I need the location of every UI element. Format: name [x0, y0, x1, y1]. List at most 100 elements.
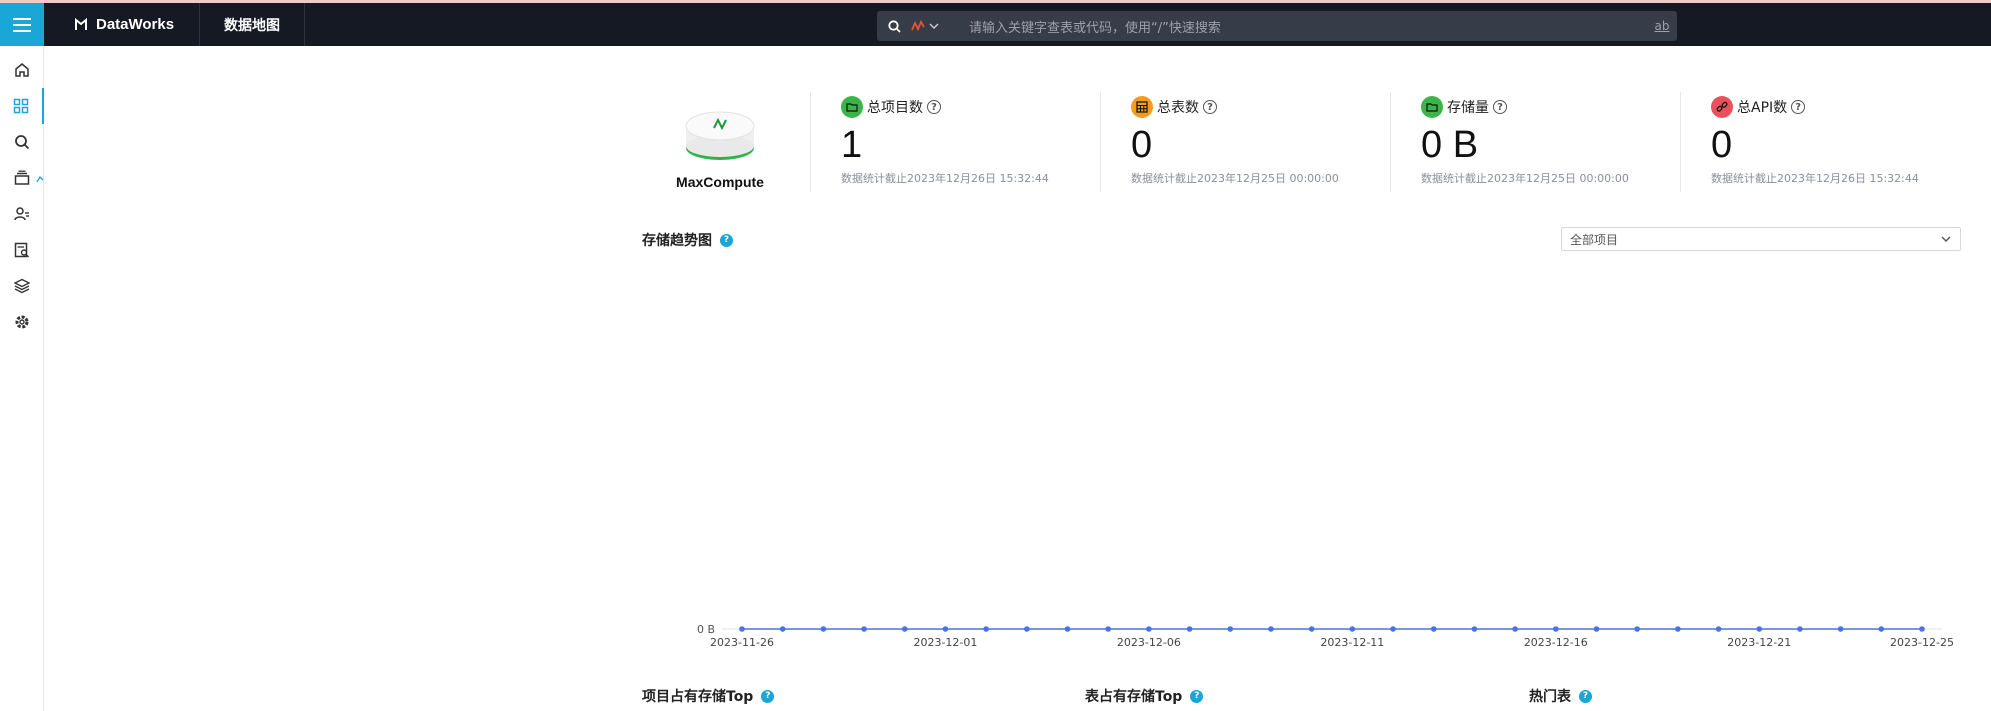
dataworks-logo-icon [75, 17, 87, 30]
data-point[interactable] [1797, 626, 1803, 632]
stat-label: 总表数 [1157, 100, 1199, 116]
storage-trend-title: 存储趋势图 ? [642, 230, 733, 250]
stack-icon [14, 278, 30, 294]
layers-icon [14, 170, 30, 185]
stat-value: 0 [1711, 124, 1733, 166]
data-point[interactable] [1268, 626, 1274, 632]
help-icon[interactable]: ? [720, 233, 733, 247]
storage-trend-chart: 0 B2023-11-26 2023-12-01 2023-12-06 2023-12… [697, 623, 1954, 649]
data-point[interactable] [1919, 626, 1925, 632]
engine-name: MaxCompute [676, 174, 764, 190]
top-navbar: DataWorks 数据地图 请输入关键字查表或代码，使用“/”快速搜索 ab [0, 3, 1991, 46]
sidebar-item-layers[interactable] [0, 268, 44, 304]
chevron-down-icon [929, 23, 939, 29]
data-point[interactable] [1471, 626, 1478, 632]
link-icon [1711, 96, 1733, 118]
data-point[interactable] [1552, 626, 1559, 632]
project-storage-top-text: 项目占有存储Top [642, 689, 754, 705]
hamburger-icon [13, 17, 31, 32]
data-point[interactable] [1715, 626, 1722, 632]
data-point[interactable] [942, 626, 949, 632]
data-point[interactable] [861, 626, 867, 632]
stat-value: 0 [1131, 124, 1153, 166]
help-icon[interactable]: ? [761, 689, 775, 703]
help-icon[interactable]: ? [1203, 100, 1217, 114]
stat-note: 数据统计截止2023年12月26日 15:32:44 [841, 172, 1049, 185]
x-tick-label: 2023-12-01 [913, 636, 977, 649]
data-point[interactable] [901, 626, 908, 632]
stat-card-storage: 存储量 ? 0 B 数据统计截止2023年12月25日 00:00:00 [1390, 92, 1680, 192]
project-select-value: 全部项目 [1570, 232, 1619, 247]
data-point[interactable] [820, 626, 827, 632]
data-point[interactable] [1634, 626, 1640, 632]
project-select[interactable]: 全部项目 [1561, 227, 1961, 251]
stat-note: 数据统计截止2023年12月25日 00:00:00 [1131, 172, 1339, 185]
summary-stats-panel: MaxCompute 总项目数 ? 1 数据统计截止2023年12月26日 15… [640, 92, 1965, 192]
sidebar-item-home[interactable] [0, 52, 44, 88]
x-tick-label: 2023-12-25 [1890, 636, 1954, 649]
help-icon[interactable]: ? [1791, 100, 1806, 114]
sidebar-item-settings[interactable] [0, 304, 44, 340]
gear-icon [15, 315, 29, 329]
data-point[interactable] [1756, 626, 1763, 632]
hot-tables-text: 热门表 [1529, 689, 1571, 705]
stat-label: 总API数 [1737, 100, 1788, 116]
sidebar-item-search[interactable] [0, 124, 44, 160]
global-search-bar[interactable]: 请输入关键字查表或代码，使用“/”快速搜索 ab [877, 11, 1677, 41]
search-icon [877, 19, 911, 33]
grid-icon [13, 98, 29, 114]
stat-card-projects: 总项目数 ? 1 数据统计截止2023年12月26日 15:32:44 [810, 92, 1100, 192]
search-input[interactable]: 请输入关键字查表或代码，使用“/”快速搜索 [961, 17, 1647, 36]
data-point[interactable] [1593, 626, 1600, 632]
x-tick-label: 2023-12-06 [1117, 636, 1181, 649]
user-list-icon [14, 207, 29, 221]
table-storage-top-text: 表占有存储Top [1085, 689, 1183, 705]
data-point[interactable] [739, 626, 745, 632]
data-point[interactable] [1186, 626, 1193, 632]
stat-card-apis: 总API数 ? 0 数据统计截止2023年12月26日 15:32:44 [1680, 92, 1965, 192]
engine-logo: MaxCompute [640, 92, 800, 192]
data-point[interactable] [1227, 626, 1234, 632]
data-point[interactable] [1837, 626, 1844, 632]
data-point[interactable] [1390, 626, 1396, 632]
data-point[interactable] [1512, 626, 1518, 632]
left-sidebar [0, 46, 44, 711]
data-point[interactable] [1878, 626, 1885, 632]
help-icon[interactable]: ? [1579, 689, 1592, 703]
search-icon [15, 135, 30, 150]
new-feature-flag-icon [36, 175, 44, 183]
table-search-icon [14, 242, 29, 258]
stat-label: 总项目数 [867, 100, 923, 116]
search-type-dropdown[interactable] [911, 20, 961, 32]
sidebar-item-permission[interactable] [0, 196, 44, 232]
data-point[interactable] [1349, 626, 1356, 632]
menu-button[interactable] [0, 3, 44, 46]
sidebar-item-table-query[interactable] [0, 232, 44, 268]
module-title[interactable]: 数据地图 [200, 3, 305, 46]
data-point[interactable] [1675, 626, 1681, 632]
table-storage-top-title: 表占有存储Top ? [1085, 686, 1204, 706]
sidebar-item-overview[interactable] [0, 88, 44, 124]
data-point[interactable] [983, 626, 989, 632]
chevron-down-icon [1941, 236, 1951, 242]
match-mode-toggle[interactable]: ab [1647, 19, 1677, 33]
calculator-icon [1131, 96, 1153, 118]
data-point[interactable] [1064, 626, 1071, 632]
x-tick-label: 2023-12-16 [1524, 636, 1588, 649]
data-point[interactable] [1430, 626, 1437, 632]
code-type-icon [911, 20, 925, 32]
project-storage-top-title: 项目占有存储Top ? [642, 686, 775, 706]
help-icon[interactable]: ? [927, 100, 941, 114]
folder-icon [841, 96, 863, 118]
data-point[interactable] [1146, 626, 1152, 632]
stat-note: 数据统计截止2023年12月25日 00:00:00 [1421, 172, 1629, 185]
data-point[interactable] [1024, 626, 1030, 632]
data-point[interactable] [1105, 626, 1112, 632]
stat-value: 0 B [1421, 124, 1479, 166]
maxcompute-disk-icon [685, 111, 755, 160]
data-point[interactable] [1308, 626, 1315, 632]
data-point[interactable] [779, 626, 786, 632]
product-brand[interactable]: DataWorks [44, 3, 200, 46]
help-icon[interactable]: ? [1493, 100, 1507, 114]
help-icon[interactable]: ? [1190, 689, 1204, 703]
